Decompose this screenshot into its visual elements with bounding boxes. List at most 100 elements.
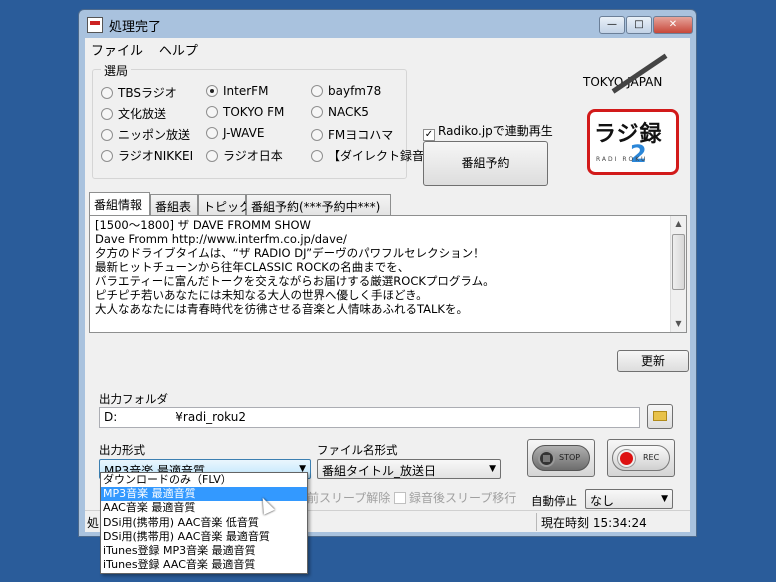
- client-area: 選局 TBSラジオ InterFM bayfm78 文化放送 TOKYO FM …: [85, 53, 690, 510]
- radio-label: 文化放送: [118, 107, 167, 121]
- folder-browse-button[interactable]: [647, 404, 673, 429]
- program-info-pane[interactable]: [1500～1800] ザ DAVE FROMM SHOW Dave Fromm…: [89, 215, 687, 333]
- format-option[interactable]: AAC音楽 最適音質: [101, 501, 307, 515]
- station-group-legend: 選局: [101, 62, 132, 79]
- reserve-button[interactable]: 番組予約: [423, 141, 548, 186]
- radio-tbs[interactable]: TBSラジオ: [101, 84, 177, 101]
- logo-number: 2: [630, 140, 647, 168]
- stop-icon: [538, 450, 555, 467]
- program-text-line: 最新ヒットチューンから往年CLASSIC ROCKの名曲までを、: [95, 260, 410, 274]
- program-text-line: 夕方のドライブタイムは、“ザ RADIO DJ”デーヴのパワフルセレクション！: [95, 246, 485, 260]
- output-format-label: 出力形式: [99, 443, 145, 457]
- program-text-line: バラエティーに富んだトークを交えながらお届けする厳選ROCKプログラム。: [95, 274, 495, 288]
- main-window: 処理完了 — □ ✕ ファイル ヘルプ 選局 TBSラジオ InterFM ba…: [78, 9, 697, 537]
- chevron-down-icon: ▼: [489, 464, 496, 474]
- radio-nihon[interactable]: ラジオ日本: [206, 147, 283, 164]
- program-text-line: 大人なあなたには青春時代を彷彿させる音楽と人情味あふれるTALKを。: [95, 302, 468, 316]
- status-text: 処: [87, 516, 100, 530]
- tab-schedule[interactable]: 番組表: [150, 194, 198, 215]
- program-text-line: Dave Fromm http://www.interfm.co.jp/dave…: [95, 232, 347, 246]
- output-format-dropdown: ダウンロードのみ（FLV） MP3音楽 最適音質 AAC音楽 最適音質 DSi用…: [100, 472, 308, 574]
- radio-label: J-WAVE: [223, 126, 265, 140]
- close-button[interactable]: ✕: [653, 16, 693, 34]
- radio-label: TBSラジオ: [118, 86, 177, 100]
- tab-program-info[interactable]: 番組情報: [89, 192, 150, 215]
- sleep-after-label: 録音後スリープ移行: [409, 491, 517, 505]
- vertical-scrollbar[interactable]: ▲ ▼: [670, 216, 686, 332]
- format-option[interactable]: iTunes登録 AAC音楽 最適音質: [101, 558, 307, 572]
- status-separator: [536, 513, 537, 531]
- window-title: 処理完了: [109, 20, 162, 35]
- radiko-checkbox[interactable]: ✓ Radiko.jpで連動再生: [423, 122, 553, 141]
- radio-nippon[interactable]: ニッポン放送: [101, 126, 190, 143]
- radio-label: InterFM: [223, 84, 269, 98]
- radio-label: FMヨコハマ: [328, 128, 394, 142]
- radio-bayfm[interactable]: bayfm78: [311, 84, 381, 98]
- format-option[interactable]: ダウンロードのみ（FLV）: [101, 473, 307, 487]
- radio-dot: [206, 150, 218, 162]
- format-option[interactable]: DSi用(携帯用) AAC音楽 低音質: [101, 516, 307, 530]
- format-option[interactable]: iTunes登録 MP3音楽 最適音質: [101, 544, 307, 558]
- chevron-down-icon: ▼: [661, 494, 668, 504]
- radio-nikkei[interactable]: ラジオNIKKEI: [101, 147, 193, 164]
- sleep-before-checkbox[interactable]: 前スリープ解除: [307, 489, 390, 506]
- title-bar[interactable]: 処理完了 — □ ✕: [79, 10, 696, 38]
- program-text-line: [1500～1800] ザ DAVE FROMM SHOW: [95, 218, 311, 232]
- output-folder-label: 出力フォルダ: [99, 392, 168, 406]
- radio-label: ラジオ日本: [223, 149, 283, 163]
- rec-button[interactable]: REC: [607, 439, 675, 477]
- tab-reservations[interactable]: 番組予約(***予約中***): [246, 194, 391, 215]
- folder-drive: D:: [104, 410, 118, 424]
- folder-icon: [653, 411, 667, 421]
- stop-button[interactable]: STOP: [527, 439, 595, 477]
- radio-label: bayfm78: [328, 84, 382, 98]
- sleep-before-label: 前スリープ解除: [307, 491, 391, 505]
- program-text: [1500～1800] ザ DAVE FROMM SHOW Dave Fromm…: [95, 218, 669, 316]
- radio-bunka[interactable]: 文化放送: [101, 105, 166, 122]
- radio-label: 【ダイレクト録音】: [328, 149, 437, 163]
- folder-path: ¥radi_roku2: [175, 410, 247, 424]
- scroll-down-icon[interactable]: ▼: [671, 316, 686, 332]
- rec-label: REC: [643, 453, 660, 462]
- check-icon: ✓: [423, 129, 435, 141]
- radiko-label: Radiko.jpで連動再生: [438, 124, 553, 138]
- radio-nack5[interactable]: NACK5: [311, 105, 369, 119]
- app-icon: [87, 17, 103, 33]
- radio-tokyofm[interactable]: TOKYO FM: [206, 105, 284, 119]
- format-option[interactable]: DSi用(携帯用) AAC音楽 最適音質: [101, 530, 307, 544]
- radio-direct[interactable]: 【ダイレクト録音】: [311, 147, 436, 164]
- radio-label: NACK5: [328, 105, 369, 119]
- radio-dot: [101, 150, 113, 162]
- logo-sub-text: RADI ROKU: [596, 156, 648, 163]
- minimize-button[interactable]: —: [599, 16, 625, 34]
- scroll-thumb[interactable]: [672, 234, 685, 290]
- radio-fmyokohama[interactable]: FMヨコハマ: [311, 126, 393, 143]
- maximize-button[interactable]: □: [626, 16, 652, 34]
- scroll-up-icon[interactable]: ▲: [671, 216, 686, 232]
- radio-dot: [311, 85, 323, 97]
- logo-main-text: ラジ録: [594, 122, 663, 147]
- filename-format-value: 番組タイトル_放送日: [322, 464, 437, 478]
- radio-dot: [206, 127, 218, 139]
- radio-label: ラジオNIKKEI: [118, 149, 194, 163]
- radio-dot: [101, 87, 113, 99]
- radio-interfm[interactable]: InterFM: [206, 84, 268, 98]
- format-option-selected[interactable]: MP3音楽 最適音質: [101, 487, 307, 502]
- logo: ラジ録 2 RADI ROKU: [587, 109, 679, 175]
- radio-jwave[interactable]: J-WAVE: [206, 126, 264, 140]
- tab-topics[interactable]: トピックス: [198, 194, 263, 215]
- station-group: 選局 TBSラジオ InterFM bayfm78 文化放送 TOKYO FM …: [92, 62, 436, 179]
- radio-dot: [206, 106, 218, 118]
- radio-label: TOKYO FM: [223, 105, 285, 119]
- record-icon: [618, 450, 635, 467]
- sleep-after-checkbox[interactable]: 録音後スリープ移行: [394, 489, 516, 506]
- output-folder-field[interactable]: D: ¥radi_roku2: [99, 407, 640, 428]
- autostop-select[interactable]: なし ▼: [585, 489, 673, 509]
- autostop-label: 自動停止: [531, 494, 577, 508]
- menu-bar: ファイル ヘルプ: [85, 38, 690, 59]
- checkbox-icon: [394, 492, 406, 504]
- radio-dot-selected: [206, 85, 218, 97]
- filename-format-select[interactable]: 番組タイトル_放送日 ▼: [317, 459, 501, 479]
- stop-pill: STOP: [532, 445, 590, 471]
- update-button[interactable]: 更新: [617, 350, 689, 372]
